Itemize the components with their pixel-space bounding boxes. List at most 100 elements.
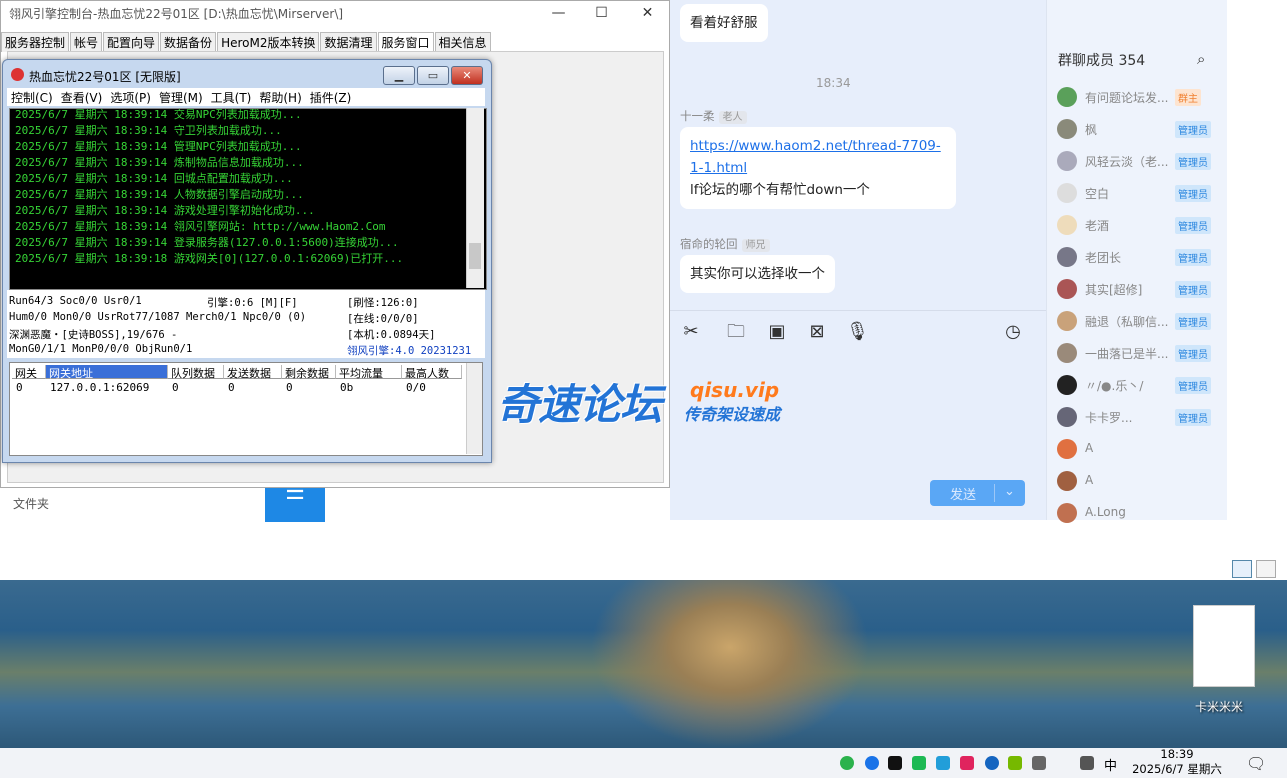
menu-manage[interactable]: 管理(M): [155, 88, 207, 107]
send-button-label: 发送: [950, 488, 977, 503]
member-item[interactable]: 空白 管理员: [1057, 182, 1217, 204]
role-badge: 管理员: [1175, 185, 1211, 202]
sender-name[interactable]: 宿命的轮回 师兄: [680, 236, 770, 252]
menu-options[interactable]: 选项(P): [106, 88, 155, 107]
table-cell: 0: [228, 381, 235, 394]
sender-name-text: 十一柔: [680, 109, 715, 123]
chevron-down-icon[interactable]: ⌄: [1004, 484, 1015, 499]
wallpaper-island: [590, 580, 870, 748]
thread-link[interactable]: https://www.haom2.net/thread-7709-1-1.ht…: [690, 138, 941, 176]
maximize-button[interactable]: ▭: [417, 66, 449, 85]
nvidia-icon[interactable]: [1008, 756, 1022, 770]
menu-view[interactable]: 查看(V): [57, 88, 107, 107]
network-icon[interactable]: [1032, 756, 1046, 770]
clock-date: 2025/6/7 星期六: [1132, 762, 1222, 776]
box-icon[interactable]: ⊠: [806, 321, 828, 343]
folder-icon[interactable]: 🗀: [725, 321, 747, 343]
col-gateway-address[interactable]: 网关地址: [46, 365, 168, 380]
music-icon[interactable]: [912, 756, 926, 770]
scrollbar[interactable]: [466, 108, 484, 288]
minimize-button[interactable]: —: [536, 1, 581, 25]
search-icon[interactable]: ⌕: [1197, 50, 1205, 68]
desktop-file-label[interactable]: 卡米米米: [1195, 698, 1243, 715]
member-name: A: [1085, 473, 1094, 487]
tab-server-control[interactable]: 服务器控制: [1, 32, 70, 52]
member-item[interactable]: 融退（私聊信... 管理员: [1057, 310, 1217, 332]
col-remaining[interactable]: 剩余数据: [282, 365, 336, 380]
image-icon[interactable]: ▣: [766, 321, 788, 343]
thumbnail-view-icon[interactable]: [1256, 560, 1276, 578]
table-scrollbar[interactable]: [466, 363, 482, 454]
right-margin: [1226, 0, 1287, 580]
avatar: [1057, 343, 1077, 363]
member-item[interactable]: 枫 管理员: [1057, 118, 1217, 140]
col-gateway[interactable]: 网关: [12, 365, 46, 380]
menu-tools[interactable]: 工具(T): [207, 88, 256, 107]
tiktok-icon[interactable]: [888, 756, 902, 770]
ime-indicator[interactable]: 中: [1104, 755, 1117, 774]
member-item[interactable]: A: [1057, 438, 1217, 460]
member-item[interactable]: 一曲落已是半... 管理员: [1057, 342, 1217, 364]
tab-about[interactable]: 相关信息: [434, 32, 491, 52]
tab-account[interactable]: 帐号: [70, 32, 103, 52]
menu-plugins[interactable]: 插件(Z): [306, 88, 356, 107]
telegram-icon[interactable]: [936, 756, 950, 770]
avatar: [1057, 471, 1077, 491]
member-item[interactable]: 老酒 管理员: [1057, 214, 1217, 236]
app-tray-icon[interactable]: [960, 756, 974, 770]
send-divider: [994, 484, 995, 502]
member-item[interactable]: 老团长 管理员: [1057, 246, 1217, 268]
bluetooth-icon[interactable]: [985, 756, 999, 770]
wechat-icon[interactable]: [840, 756, 854, 770]
member-item[interactable]: A.Long: [1057, 502, 1217, 524]
tab-data-cleanup[interactable]: 数据清理: [320, 32, 377, 52]
watermark-slogan: 传奇架设速成: [684, 405, 781, 424]
send-button[interactable]: 发送 ⌄: [930, 480, 1025, 506]
tab-version-convert[interactable]: HeroM2版本转换: [217, 32, 320, 52]
volume-icon[interactable]: [1080, 756, 1094, 770]
member-item[interactable]: 〃/●.乐丶/管理员: [1057, 374, 1217, 396]
col-avg-traffic[interactable]: 平均流量: [336, 365, 402, 380]
maximize-button[interactable]: ☐: [579, 1, 624, 25]
col-queue[interactable]: 队列数据: [168, 365, 224, 380]
chat-message-link: https://www.haom2.net/thread-7709-1-1.ht…: [680, 127, 956, 209]
sender-tag: 老人: [718, 111, 747, 124]
tab-backup[interactable]: 数据备份: [160, 32, 217, 52]
microphone-icon[interactable]: 🎙: [846, 321, 869, 343]
engine-stats: 引擎:0:6 [M][F]: [207, 297, 298, 309]
scissors-icon[interactable]: ✂: [680, 321, 702, 343]
notification-icon[interactable]: 🗨: [1246, 754, 1266, 773]
taskbar-clock[interactable]: 18:39 2025/6/7 星期六: [1132, 747, 1222, 777]
col-sent[interactable]: 发送数据: [224, 365, 282, 380]
list-view-icon[interactable]: [1232, 560, 1252, 578]
browser-icon[interactable]: [865, 756, 879, 770]
history-icon[interactable]: ◷: [1002, 321, 1024, 343]
chat-timestamp: 18:34: [816, 76, 851, 90]
member-item[interactable]: 有问题论坛发... 群主: [1057, 86, 1217, 108]
tab-service-window[interactable]: 服务窗口: [377, 32, 434, 52]
menu-help[interactable]: 帮助(H): [255, 88, 305, 107]
member-item[interactable]: 风轻云淡（老... 管理员: [1057, 150, 1217, 172]
minimize-button[interactable]: ▁: [383, 66, 415, 85]
close-button[interactable]: ✕: [625, 1, 670, 25]
member-item[interactable]: 卡卡罗... 管理员: [1057, 406, 1217, 428]
scrollbar-thumb[interactable]: [469, 243, 481, 269]
member-item[interactable]: A: [1057, 470, 1217, 492]
avatar: [1057, 87, 1077, 107]
log-console[interactable]: 2025/6/7 星期六 18:39:14 交易NPC列表加载成功... 2025…: [9, 108, 487, 290]
menu-control[interactable]: 控制(C): [7, 88, 57, 107]
gateway-table[interactable]: 网关 网关地址 队列数据 发送数据 剩余数据 平均流量 最高人数 0 127.0…: [9, 362, 483, 456]
col-max-users[interactable]: 最高人数: [402, 365, 462, 380]
desktop-file-icon[interactable]: [1193, 605, 1255, 687]
close-button[interactable]: ✕: [451, 66, 483, 85]
local-stats: [本机:0.0894天]: [347, 329, 436, 341]
folder-label: 文件夹: [13, 497, 50, 511]
member-name: 枫: [1085, 123, 1098, 137]
role-badge: 管理员: [1175, 345, 1211, 362]
member-name: A: [1085, 441, 1094, 455]
status-panel: Run64/3 Soc0/0 Usr0/1 引擎:0:6 [M][F] [刷怪:…: [7, 290, 485, 358]
sender-name[interactable]: 十一柔 老人: [680, 108, 747, 124]
divider: [670, 310, 1046, 311]
member-item[interactable]: 其实[超修] 管理员: [1057, 278, 1217, 300]
tab-config-wizard[interactable]: 配置向导: [103, 32, 160, 52]
